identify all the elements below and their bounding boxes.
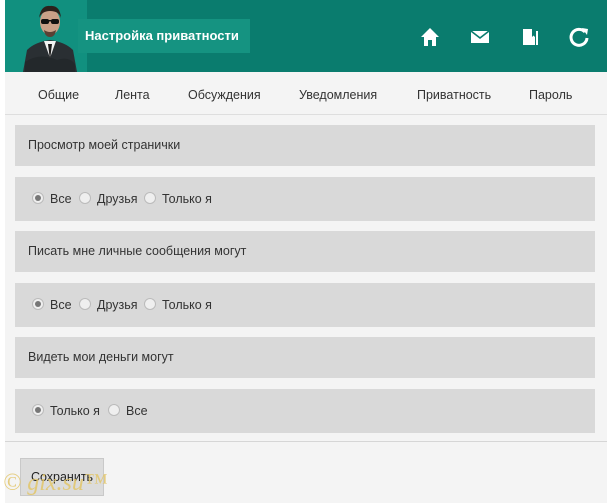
radio-option[interactable]: Друзья bbox=[79, 191, 138, 207]
setting-options-money: Только я Все bbox=[15, 389, 595, 433]
radio-option[interactable]: Все bbox=[32, 297, 72, 313]
radio-icon[interactable] bbox=[144, 192, 156, 204]
page-title: Настройка приватности bbox=[78, 19, 250, 53]
radio-icon[interactable] bbox=[79, 298, 91, 310]
setting-label-messages: Писать мне личные сообщения могут bbox=[15, 231, 595, 272]
refresh-icon[interactable] bbox=[568, 26, 590, 48]
setting-options-view-page: Все Друзья Только я bbox=[15, 177, 595, 221]
tab-notifications[interactable]: Уведомления bbox=[299, 76, 377, 114]
radio-checked-icon[interactable] bbox=[32, 192, 44, 204]
radio-icon[interactable] bbox=[79, 192, 91, 204]
radio-option[interactable]: Все bbox=[108, 403, 148, 419]
radio-option[interactable]: Только я bbox=[144, 297, 212, 313]
tab-discussions[interactable]: Обсуждения bbox=[188, 76, 261, 114]
radio-option[interactable]: Только я bbox=[32, 403, 100, 419]
radio-icon[interactable] bbox=[108, 404, 120, 416]
tab-general[interactable]: Общие bbox=[38, 76, 79, 114]
tab-feed[interactable]: Лента bbox=[115, 76, 150, 114]
mail-icon[interactable] bbox=[469, 26, 491, 48]
divider bbox=[5, 441, 607, 442]
avatar bbox=[15, 0, 85, 72]
setting-options-messages: Все Друзья Только я bbox=[15, 283, 595, 327]
watermark-text: © gix.su™ bbox=[3, 470, 108, 496]
radio-option[interactable]: Все bbox=[32, 191, 72, 207]
book-icon[interactable] bbox=[519, 26, 541, 48]
setting-label-view-page: Просмотр моей странички bbox=[15, 125, 595, 166]
tab-privacy[interactable]: Приватность bbox=[417, 76, 491, 114]
tab-password[interactable]: Пароль bbox=[529, 76, 572, 114]
home-icon[interactable] bbox=[419, 26, 441, 48]
radio-option[interactable]: Только я bbox=[144, 191, 212, 207]
header: Настройка приватности bbox=[5, 0, 607, 72]
radio-checked-icon[interactable] bbox=[32, 298, 44, 310]
setting-label-money: Видеть мои деньги могут bbox=[15, 337, 595, 378]
radio-checked-icon[interactable] bbox=[32, 404, 44, 416]
radio-icon[interactable] bbox=[144, 298, 156, 310]
radio-option[interactable]: Друзья bbox=[79, 297, 138, 313]
tab-bar: Общие Лента Обсуждения Уведомления Прива… bbox=[5, 76, 607, 115]
settings-window: Настройка приватности Общие Лента Обсужд… bbox=[5, 0, 607, 503]
